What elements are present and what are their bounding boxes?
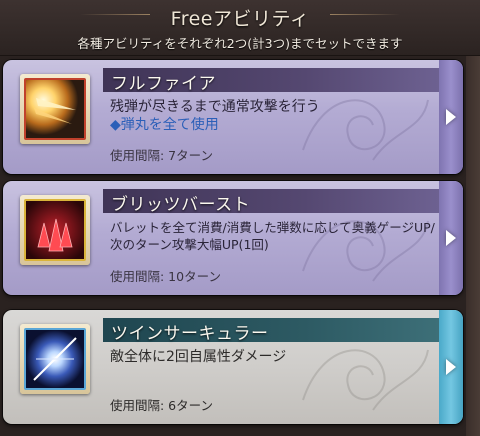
ability-card-full-fire[interactable]: フルファイア 残弾が尽きるまで通常攻撃を行う ◆弾丸を全て使用 使用間隔: 7タ… (3, 60, 463, 174)
ability-description: 敵全体に2回自属性ダメージ (110, 349, 287, 365)
ability-card-blitz-burst[interactable]: ブリッツバースト バレットを全て消費/消費した弾数に応じて奥義ゲージUP/次のタ… (3, 181, 463, 295)
ability-description-note: ◆弾丸を全て使用 (110, 117, 219, 133)
page-subtitle: 各種アビリティをそれぞれ2つ(計3つ)までセットできます (77, 36, 403, 51)
ability-select-tab[interactable] (439, 60, 463, 174)
ability-name: フルファイア (111, 74, 216, 94)
page-title: Freeアビリティ (170, 8, 310, 30)
header-ornament-right (330, 14, 400, 15)
ability-icon-frame (20, 74, 90, 144)
ability-card-twin-circular[interactable]: ツインサーキュラー 敵全体に2回自属性ダメージ 使用間隔: 6ターン (3, 310, 463, 424)
ability-select-tab[interactable] (439, 181, 463, 295)
ability-cooldown: 使用間隔: 6ターン (110, 398, 214, 413)
ability-select-tab[interactable] (439, 310, 463, 424)
ability-description: バレットを全て消費/消費した弾数に応じて奥義ゲージUP/次のターン攻撃大幅UP(… (110, 220, 435, 252)
ability-name: ブリッツバースト (111, 195, 251, 215)
arrow-right-icon (446, 109, 456, 125)
ability-icon-frame (20, 195, 90, 265)
muzzle-flash-icon (24, 78, 86, 140)
ability-icon-frame (20, 324, 90, 394)
ability-cooldown: 使用間隔: 7ターン (110, 148, 214, 163)
scrollbar[interactable] (466, 56, 480, 436)
ability-description: 残弾が尽きるまで通常攻撃を行う ◆弾丸を全て使用 (110, 98, 440, 134)
light-burst-icon (24, 328, 86, 390)
arrow-right-icon (446, 359, 456, 375)
bullets-icon (24, 199, 86, 261)
ability-cooldown: 使用間隔: 10ターン (110, 269, 221, 284)
header-bar: Freeアビリティ 各種アビリティをそれぞれ2つ(計3つ)までセットできます (0, 0, 480, 56)
ability-description-main: 残弾が尽きるまで通常攻撃を行う (110, 99, 320, 115)
arrow-right-icon (446, 230, 456, 246)
ability-name: ツインサーキュラー (111, 324, 269, 344)
